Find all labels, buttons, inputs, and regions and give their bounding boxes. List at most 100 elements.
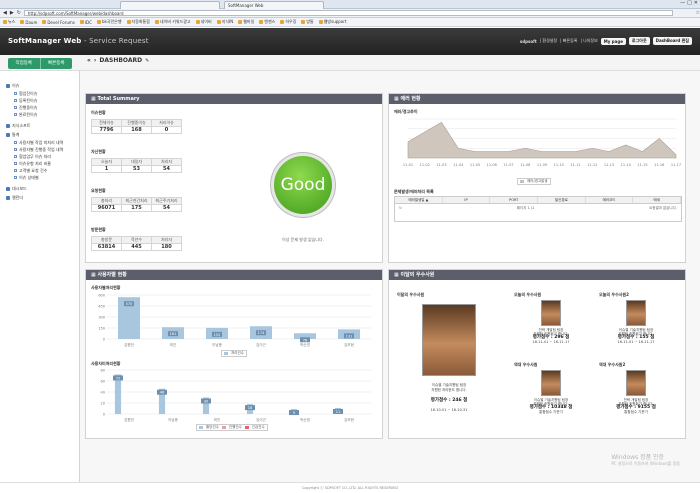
link-quick[interactable]: | 빠른등록: [560, 38, 577, 44]
best-employee-panel: ▦ 이달의 우수사원 이달의 우수사원 이슈별 기술지원팀 팀장 지원한 처리한…: [388, 269, 686, 439]
page-icon: [14, 106, 17, 109]
x-tick-label: 김보현: [344, 417, 354, 422]
x-tick-label: 11-04: [453, 163, 464, 167]
summary-value-cell: 54: [151, 204, 182, 212]
bookmark-item[interactable]: 엔젠스: [259, 19, 275, 25]
bookmark-icon: [20, 20, 25, 24]
bookmark-icon: [154, 20, 159, 24]
x-tick-label: 11-14: [621, 163, 632, 167]
best-card-photo: [626, 370, 646, 396]
bookmark-item[interactable]: Daum: [20, 20, 37, 25]
url-input[interactable]: http://sdpsoft.com/SoftManager/web/dashb…: [23, 10, 673, 16]
bookmark-icon: [318, 20, 323, 24]
back-icon[interactable]: ◀: [3, 10, 7, 16]
x-tick-label: 11-02: [420, 163, 430, 167]
best-card-caption: 전략 개발팀 팀장 지원한 조원회기 합니다. 평가점수 : 296 점 16-11…: [532, 328, 570, 344]
windows-watermark: Windows 정품 인증 PC 설정으로 이동하여 Windows를 정품: [611, 454, 680, 466]
user-pending-chart: 80 60 40 20 0 72 김원전 46 이남종 30 최진 18 김이근 9 박순영 11 김보현: [101, 369, 371, 422]
dashboard-edit-button[interactable]: DashBoard 편집: [652, 37, 692, 45]
link-myinfo[interactable]: | 나의정보: [580, 38, 597, 44]
sidebar-item-knowledge[interactable]: 지식소프트: [0, 121, 79, 130]
sidebar-subitem-issue[interactable]: 완료된이슈: [0, 111, 79, 118]
error-col-header[interactable]: 에러코드: [586, 197, 634, 203]
y-tick-label: 60: [101, 380, 105, 384]
bookmark-item[interactable]: 네이버 키워드광고: [154, 19, 191, 25]
star-icon[interactable]: ☆: [696, 10, 700, 16]
bookmark-icon: [3, 20, 7, 24]
error-col-header[interactable]: 에러발생일 ▲: [395, 197, 443, 203]
browser-tab-blank[interactable]: [120, 1, 220, 9]
sidebar-subitem-stats[interactable]: 고객별 요청 건수: [0, 167, 79, 174]
minimize-icon[interactable]: —: [680, 0, 685, 6]
dashboard-main: ▦ Total Summary 이슈현황 전체이슈 진행중이슈 처리이슈 7796 168…: [80, 71, 700, 482]
logout-button[interactable]: 로그아웃: [628, 37, 650, 45]
page-icon: [14, 148, 17, 151]
sidebar-item-dashboard[interactable]: 대시보드: [0, 184, 79, 193]
summary-header-cell: 최근주기처리: [151, 197, 182, 205]
x-tick-label: 최진: [170, 342, 176, 347]
reload-icon[interactable]: ↻: [17, 10, 21, 16]
link-settings[interactable]: | 환경설정: [540, 38, 557, 44]
bookmark-icon: [238, 20, 243, 24]
bookmark-item[interactable]: IDC: [79, 20, 92, 25]
page-icon: [14, 176, 17, 179]
sidebar-subitem-issue[interactable]: 진행중이슈: [0, 104, 79, 111]
data-label: 78: [303, 338, 307, 342]
bookmark-item[interactable]: 방통: [301, 19, 314, 25]
register-button[interactable]: 작업등록: [8, 58, 41, 69]
refresh-icon[interactable]: ↻: [399, 204, 402, 212]
bookmark-item[interactable]: 자동화통합: [126, 19, 150, 25]
sidebar-item-stats[interactable]: 통계: [0, 130, 79, 139]
folder-icon: [6, 132, 10, 137]
sidebar-item-issue[interactable]: 이슈: [0, 81, 79, 90]
browser-tab-softmanager[interactable]: SoftManager Web: [224, 1, 324, 9]
maximize-icon[interactable]: □: [687, 0, 692, 6]
bookmark-item[interactable]: 뉴스: [3, 19, 15, 25]
sidebar-subitem-stats[interactable]: 사용자별 작업 미처리 내역: [0, 139, 79, 146]
error-col-header[interactable]: PORT: [490, 197, 539, 203]
sidebar-subitem-stats[interactable]: 협업업무 이슈 처리: [0, 153, 79, 160]
error-col-header[interactable]: 발신경로: [538, 197, 586, 203]
quick-register-button[interactable]: 빠른등록: [41, 58, 73, 69]
bookmark-item[interactable]: 네이버: [195, 19, 212, 25]
y-tick-label: 150: [98, 327, 105, 331]
bookmark-item[interactable]: Devel Forums: [42, 20, 75, 25]
chart2-legend: 할당건수 진행건수 긴급건수: [196, 424, 268, 431]
summary-header-cell: 전체이슈: [91, 119, 122, 127]
best-card-caption: 이슈별 기술지원팀 팀장 지원한 조원회기 합니다. 평가점수 : 10348 점…: [529, 398, 573, 414]
bookmark-icon: [301, 20, 306, 24]
y-tick-label: 300: [98, 316, 105, 320]
collapse-icon[interactable]: «: [87, 57, 91, 64]
x-tick-label: 11-01: [403, 163, 413, 167]
bookmark-item[interactable]: bk국민은행: [96, 19, 122, 25]
mypage-button[interactable]: My page: [600, 37, 626, 45]
status-good-badge: Good: [274, 156, 332, 214]
app-header: SoftManager Web - Service Request sdpsof…: [0, 28, 700, 55]
sidebar-subitem-issue[interactable]: 협업진이슈: [0, 90, 79, 97]
bookmark-item[interactable]: 지식IN: [216, 19, 233, 25]
bookmarks-bar: 뉴스 Daum Devel Forums IDC bk국민은행 자동화통합 네이버 키워드광…: [0, 18, 700, 27]
summary-value-cell: 1: [91, 165, 122, 173]
sidebar-subitem-stats[interactable]: 이슈유형 처리 비율: [0, 160, 79, 167]
bookmark-item[interactable]: 웹마일: [238, 19, 254, 25]
x-tick-label: 11-03: [436, 163, 446, 167]
edit-icon[interactable]: ✎: [145, 58, 149, 64]
sidebar-subitem-issue[interactable]: 등록된이슈: [0, 97, 79, 104]
pager[interactable]: 페이지 1 /1: [517, 204, 535, 212]
error-col-header[interactable]: 메세: [633, 197, 682, 203]
summary-table: 총처리 최근연간처리 최근주기처리 96071 175 54: [91, 197, 182, 212]
sidebar-item-calendar[interactable]: 캘린더: [0, 193, 79, 202]
page-icon: [14, 141, 17, 144]
page-icon: [14, 113, 17, 116]
bookmark-item[interactable]: 하우징: [280, 19, 296, 25]
sidebar-subitem-stats[interactable]: 이슈 상태별: [0, 174, 79, 181]
bookmark-item[interactable]: 웹방support: [318, 19, 346, 25]
error-col-header[interactable]: IP: [443, 197, 491, 203]
best-card-caption: 전략 개발팀 팀장 지원한 조원회기 합니다. 평가점수 : 9155 점 통합점수…: [616, 398, 656, 414]
forward-icon[interactable]: ▶: [10, 10, 14, 16]
close-icon[interactable]: ✕: [694, 0, 698, 6]
sidebar-subitem-stats[interactable]: 사용자별 진행중 작업 내역: [0, 146, 79, 153]
summary-header-cell: 총처리: [91, 197, 122, 205]
app-title: SoftManager Web - Service Request: [8, 37, 149, 45]
user-panel-header: ▦ 사용자별 현황: [86, 270, 382, 280]
